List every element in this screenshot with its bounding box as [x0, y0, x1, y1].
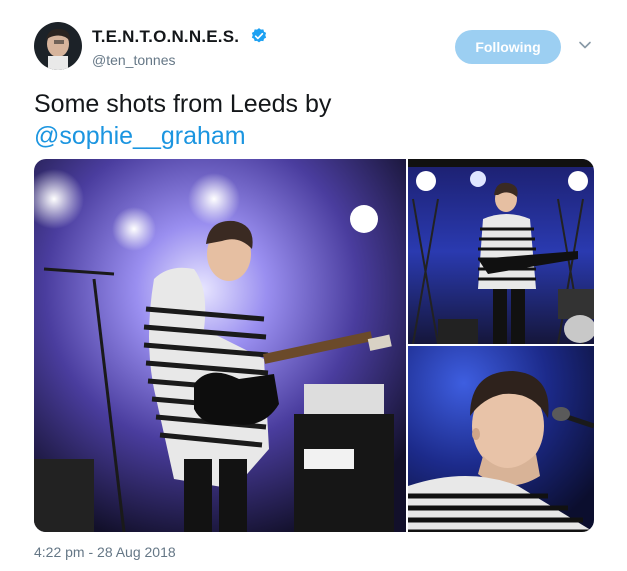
tweet-text: Some shots from Leeds by @sophie__graham: [34, 88, 594, 152]
media-grid: [34, 159, 594, 532]
photo-2[interactable]: [408, 159, 594, 344]
photo-3-image: [408, 346, 594, 532]
user-handle[interactable]: @ten_tonnes: [92, 52, 176, 68]
tweet-card: T.E.N.T.O.N.N.E.S. @ten_tonnes Following…: [0, 0, 627, 571]
tweet-timestamp[interactable]: 4:22 pm - 28 Aug 2018: [34, 544, 176, 560]
mention-link[interactable]: @sophie__graham: [34, 122, 246, 150]
photo-2-image: [408, 159, 594, 344]
photo-1-image: [34, 159, 406, 532]
chevron-down-icon[interactable]: [578, 40, 592, 50]
following-button[interactable]: Following: [455, 30, 561, 64]
verified-badge-icon: [251, 28, 267, 43]
photo-3[interactable]: [408, 346, 594, 532]
photo-1[interactable]: [34, 159, 406, 532]
avatar-image: [34, 22, 82, 70]
display-name[interactable]: T.E.N.T.O.N.N.E.S.: [92, 27, 239, 47]
avatar[interactable]: [34, 22, 82, 70]
tweet-body: Some shots from Leeds by: [34, 90, 332, 118]
